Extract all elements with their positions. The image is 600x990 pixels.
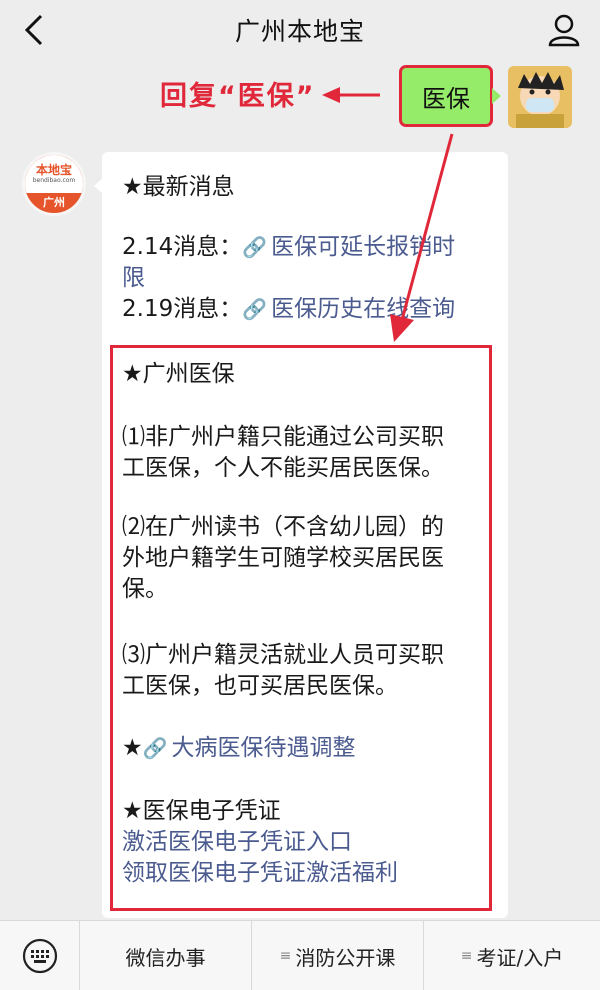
my-avatar[interactable] — [508, 66, 572, 128]
menu-wechat-service[interactable]: 微信办事 — [80, 921, 252, 990]
section-title-news: ★最新消息 — [122, 174, 235, 200]
menu-wechat-service-label: 微信办事 — [125, 945, 206, 970]
arrow-left-icon — [322, 87, 380, 103]
bot-avatar-city: 广州 — [43, 196, 65, 209]
page-title: 广州本地宝 — [234, 17, 365, 46]
menu-fire-course[interactable]: ≡ 消防公开课 — [252, 921, 424, 990]
cartoon-avatar-icon — [508, 66, 572, 128]
news-1-link-continued[interactable]: 限 — [122, 263, 145, 294]
chevron-left-icon — [24, 14, 43, 46]
menu-certificate[interactable]: ≡ 考证/入户 — [424, 921, 600, 990]
profile-button[interactable] — [542, 10, 586, 50]
bottom-menu-bar: 微信办事 ≡ 消防公开课 ≡ 考证/入户 — [0, 920, 600, 990]
arrow-down-icon — [390, 133, 454, 342]
menu-certificate-label: 考证/入户 — [476, 945, 564, 970]
bot-avatar-site: bendibao.com — [32, 177, 76, 184]
news-2-prefix: 2.19消息： — [122, 296, 243, 322]
bot-avatar[interactable]: 本地宝 bendibao.com 广州 — [22, 152, 86, 216]
sent-message-text: 医保 — [422, 84, 470, 113]
header-bar: 广州本地宝 — [0, 0, 600, 60]
menu-fire-course-label: 消防公开课 — [295, 945, 396, 970]
back-button[interactable] — [14, 10, 54, 50]
user-icon — [548, 14, 580, 47]
keyboard-icon — [22, 938, 57, 974]
link-icon: 🔗 — [242, 297, 268, 321]
bubble-tail — [492, 88, 501, 104]
bot-avatar-logo: 本地宝 bendibao.com — [25, 155, 83, 193]
news-1-prefix: 2.14消息： — [122, 234, 243, 260]
bot-avatar-brand: 本地宝 — [35, 163, 72, 177]
highlight-box — [110, 345, 492, 911]
link-icon: 🔗 — [242, 235, 268, 259]
keyboard-toggle-button[interactable] — [0, 921, 80, 990]
annotation-text: 回复“医保” — [160, 81, 316, 112]
submenu-icon: ≡ — [460, 948, 473, 964]
sent-message-bubble[interactable]: 医保 — [399, 65, 493, 127]
submenu-icon: ≡ — [279, 948, 292, 964]
